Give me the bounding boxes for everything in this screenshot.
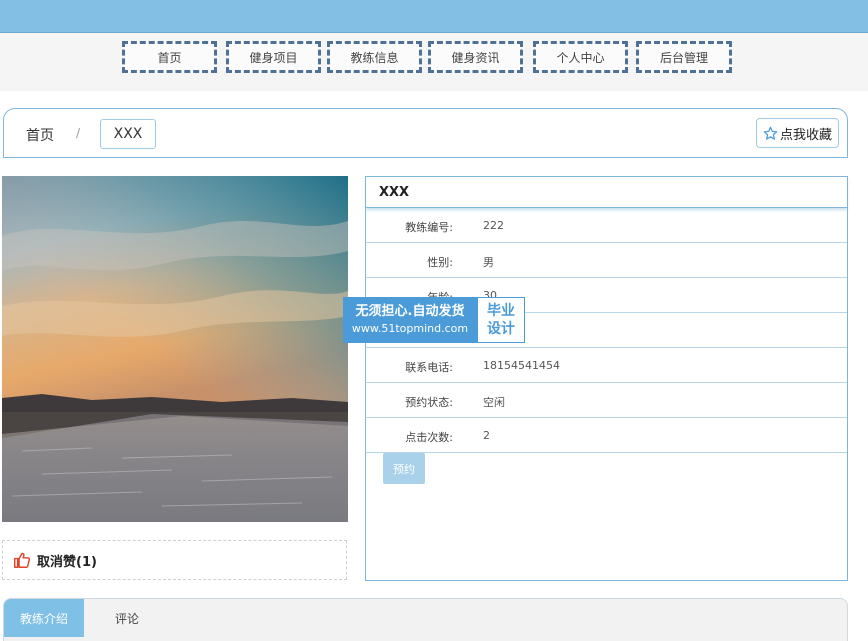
detail-value: 18154541454 (483, 359, 560, 372)
top-banner (0, 0, 868, 33)
detail-row: 预约状态: 空闲 (366, 383, 847, 418)
watermark-badge: 毕业 设计 (477, 297, 525, 343)
watermark-line1: 无须担心.自动发货 (355, 304, 465, 319)
watermark: 无须担心.自动发货 www.51topmind.com 毕业 设计 (343, 297, 525, 343)
detail-value: 男 (483, 256, 494, 269)
breadcrumb-current: XXX (100, 119, 156, 149)
main-nav: 首页 健身项目 教练信息 健身资讯 个人中心 后台管理 (0, 33, 868, 91)
detail-label: 教练编号: (405, 221, 453, 234)
detail-label: 联系电话: (405, 361, 453, 374)
nav-item-admin[interactable]: 后台管理 (636, 41, 732, 73)
detail-row: 联系电话: 18154541454 (366, 348, 847, 383)
watermark-url: www.51topmind.com (351, 322, 469, 335)
nav-item-personal-center[interactable]: 个人中心 (533, 41, 628, 73)
book-button[interactable]: 预约 (383, 453, 425, 484)
detail-row: 教练编号: 222 (366, 208, 847, 243)
coach-name-heading: XXX (366, 177, 847, 208)
watermark-text: 无须担心.自动发货 www.51topmind.com (343, 297, 477, 343)
detail-row: 性别: 男 (366, 243, 847, 278)
nav-item-home[interactable]: 首页 (122, 41, 217, 73)
nav-item-fitness-news[interactable]: 健身资讯 (428, 41, 523, 73)
detail-tabs: 教练介绍 评论 (3, 598, 848, 641)
favorite-button-label: 点我收藏 (779, 127, 832, 143)
thumbs-up-icon (13, 552, 31, 568)
favorite-button[interactable]: 点我收藏 (756, 118, 839, 148)
detail-label: 预约状态: (405, 396, 453, 409)
like-button[interactable]: 取消赞(1) (2, 540, 347, 580)
nav-item-fitness-projects[interactable]: 健身项目 (226, 41, 321, 73)
detail-label: 性别: (427, 256, 453, 269)
nav-item-coach-info[interactable]: 教练信息 (327, 41, 422, 73)
breadcrumb: 首页 / XXX 点我收藏 (3, 108, 848, 158)
detail-value: 2 (483, 429, 490, 442)
watermark-badge-line2: 设计 (487, 321, 515, 337)
detail-value: 空闲 (483, 396, 505, 409)
tab-comments[interactable]: 评论 (84, 599, 170, 637)
coach-photo (2, 176, 348, 522)
coach-detail-panel: XXX 教练编号: 222 性别: 男 年龄: 30 教练 陈 联系电话: 18… (365, 176, 848, 581)
like-label: 取消赞(1) (37, 554, 97, 570)
watermark-badge-line1: 毕业 (487, 303, 515, 319)
breadcrumb-home-link[interactable]: 首页 (26, 125, 54, 145)
detail-row: 点击次数: 2 (366, 418, 847, 453)
detail-label: 点击次数: (405, 431, 453, 444)
star-icon (763, 126, 780, 141)
detail-value: 222 (483, 219, 504, 232)
breadcrumb-separator: / (76, 126, 81, 140)
tab-coach-intro[interactable]: 教练介绍 (4, 599, 84, 637)
